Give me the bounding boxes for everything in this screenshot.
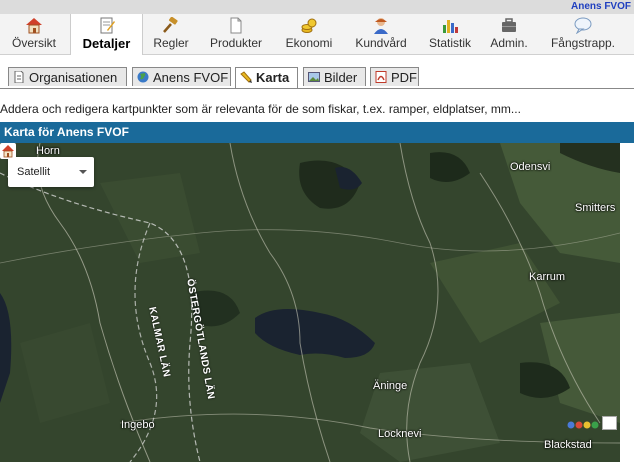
tab-bilder[interactable]: Bilder [303,67,366,86]
nav-ekonomi[interactable]: Ekonomi [281,14,337,54]
place-label-horn: Horn [36,145,60,157]
map-attribution-icon [567,421,599,429]
satellite-map[interactable]: Horn Odensvi Smitters Karrum Äninge Inge… [0,143,620,462]
place-label-ingebo: Ingebo [121,419,155,431]
tab-pdf[interactable]: PDF [370,67,419,86]
pencil-icon [240,71,252,83]
chevron-down-icon [79,170,87,174]
place-label-smitters: Smitters [575,202,616,214]
map-description: Addera och redigera kartpunkter som är r… [0,102,521,116]
nav-statistik[interactable]: Statistik [425,14,475,54]
top-bar: Anens FVOF [0,0,634,14]
nav-regler[interactable]: Regler [149,14,193,54]
place-label-locknevi: Locknevi [378,428,422,440]
place-label-odensvi: Odensvi [510,161,551,173]
nav-produkter[interactable]: Produkter [206,14,266,54]
nav-kundvard[interactable]: Kundvård [352,14,410,54]
speech-bubble-icon [574,17,592,34]
place-label-blackstad: Blackstad [544,439,592,451]
tab-anens-fvof[interactable]: Anens FVOF [132,67,231,86]
globe-icon [137,71,149,83]
picture-icon [308,72,320,82]
org-name[interactable]: Anens FVOF [571,1,631,12]
nav-detaljer[interactable]: Detaljer [70,14,143,55]
main-nav: Översikt Detaljer Regler Produkter Ekono… [0,14,634,55]
map-terrain [0,143,620,462]
map-right-edge [620,143,634,462]
document-icon [14,71,24,83]
tab-karta[interactable]: Karta [235,67,298,88]
gavel-icon [163,17,178,33]
document-icon [230,17,242,34]
briefcase-icon [502,18,516,32]
home-marker-icon[interactable] [0,143,16,159]
pdf-icon [375,71,387,83]
map-header: Karta för Anens FVOF [0,122,634,143]
nav-admin[interactable]: Admin. [487,14,531,54]
nav-oversikt[interactable]: Översikt [5,14,63,54]
place-label-aninge: Äninge [373,380,408,392]
nav-fangstrapp[interactable]: Fångstrapp. [549,14,617,54]
tab-organisationen[interactable]: Organisationen [8,67,127,86]
fullscreen-button[interactable] [602,416,617,430]
bar-chart-icon [443,20,458,33]
home-icon [26,18,42,34]
subtab-bar: Organisationen Anens FVOF Karta Bilder P… [0,64,634,89]
edit-document-icon [100,17,115,34]
user-icon [374,18,388,34]
place-label-karrum: Karrum [529,271,566,283]
map-type-selector[interactable]: Satellit [8,157,94,187]
coins-icon [301,18,317,33]
